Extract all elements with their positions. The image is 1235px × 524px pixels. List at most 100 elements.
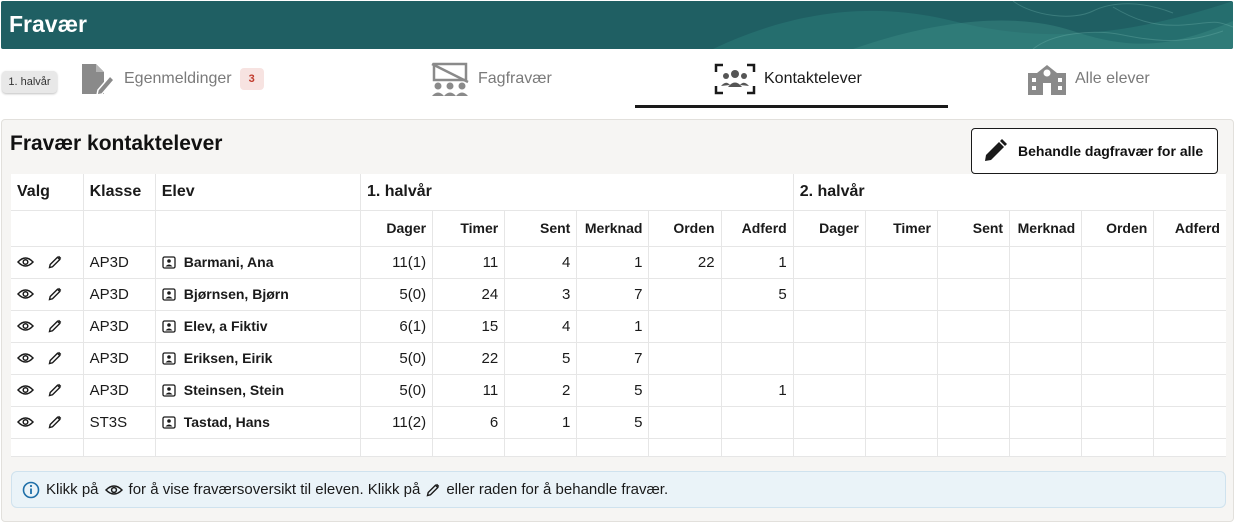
student-name[interactable]: Bjørnsen, Bjørn (184, 286, 289, 302)
tab-label: Kontaktelever (764, 70, 862, 87)
empty-cell (83, 438, 156, 457)
empty-cell (721, 438, 794, 457)
value-cell (1081, 342, 1155, 375)
table-row[interactable]: AP3D Bjørnsen, Bjørn 5(0) 24 3 7 5 (11, 278, 1226, 311)
tab-label: Fagfravær (478, 70, 552, 87)
empty-cell (576, 438, 650, 457)
pencil-icon[interactable] (48, 415, 62, 429)
eye-icon[interactable] (17, 320, 34, 332)
value-cell (937, 342, 1011, 375)
column-header-adferd[interactable]: Adferd (721, 210, 794, 247)
value-cell (1081, 278, 1155, 311)
value-cell: 4 (504, 246, 578, 279)
column-header-orden[interactable]: Orden (648, 210, 722, 247)
tab-kontaktelever[interactable]: Kontaktelever (714, 50, 862, 108)
contact-card-icon (162, 383, 176, 397)
value-cell: 11 (432, 374, 506, 407)
value-cell: 5 (576, 406, 650, 439)
info-message: Klikk på for å vise fraværsoversikt til … (11, 471, 1226, 508)
elev-cell: Eriksen, Eirik (155, 342, 361, 375)
value-cell (793, 342, 866, 375)
page-title: Fravær kontaktelever (10, 132, 223, 155)
value-cell: 22 (432, 342, 506, 375)
pencil-icon[interactable] (48, 319, 62, 333)
header-empty (11, 210, 84, 247)
value-cell (937, 278, 1011, 311)
table-row[interactable]: ST3S Tastad, Hans 11(2) 6 1 5 (11, 406, 1226, 439)
eye-icon (104, 484, 123, 496)
value-cell (721, 342, 794, 375)
group-header-h2: 2. halvår (792, 174, 1226, 211)
column-header-timer[interactable]: Timer (432, 210, 506, 247)
eye-icon[interactable] (17, 288, 34, 300)
tab-alle-elever[interactable]: Alle elever (1027, 50, 1150, 108)
banner-pattern (713, 1, 1233, 49)
pencil-icon[interactable] (48, 383, 62, 397)
column-header-dager[interactable]: Dager (793, 210, 866, 247)
tab-fagfravaer[interactable]: Fagfravær (430, 50, 552, 108)
column-header-merknad[interactable]: Merknad (576, 210, 650, 247)
eye-icon[interactable] (17, 352, 34, 364)
table-row[interactable]: AP3D Barmani, Ana 11(1) 11 4 1 22 1 (11, 246, 1226, 279)
info-text-1: Klikk på (46, 481, 99, 498)
empty-cell (648, 438, 722, 457)
klasse-cell: AP3D (83, 310, 156, 343)
column-header-sent[interactable]: Sent (937, 210, 1011, 247)
eye-icon[interactable] (17, 384, 34, 396)
header-empty (83, 210, 156, 247)
elev-cell: Steinsen, Stein (155, 374, 361, 407)
empty-cell (360, 438, 434, 457)
column-header-adferd[interactable]: Adferd (1153, 210, 1226, 247)
value-cell: 7 (576, 278, 650, 311)
table-row[interactable]: AP3D Elev, a Fiktiv 6(1) 15 4 1 (11, 310, 1226, 343)
value-cell: 24 (432, 278, 506, 311)
column-header-sent[interactable]: Sent (504, 210, 578, 247)
value-cell (937, 406, 1011, 439)
contact-card-icon (162, 287, 176, 301)
column-header-elev[interactable]: Elev (154, 174, 361, 211)
column-header-dager[interactable]: Dager (360, 210, 434, 247)
column-header-klasse[interactable]: Klasse (82, 174, 156, 211)
table-row[interactable]: AP3D Steinsen, Stein 5(0) 11 2 5 1 (11, 374, 1226, 407)
value-cell: 1 (576, 246, 650, 279)
value-cell: 4 (504, 310, 578, 343)
student-name[interactable]: Steinsen, Stein (184, 382, 284, 398)
student-name[interactable]: Barmani, Ana (184, 254, 274, 270)
table-row[interactable]: AP3D Eriksen, Eirik 5(0) 22 5 7 (11, 342, 1226, 375)
empty-cell (504, 438, 578, 457)
klasse-cell: AP3D (83, 278, 156, 311)
column-header-orden[interactable]: Orden (1081, 210, 1155, 247)
student-name[interactable]: Tastad, Hans (184, 414, 270, 430)
empty-cell (1153, 438, 1226, 457)
value-cell (1009, 310, 1083, 343)
contact-students-panel: Fravær kontaktelever Behandle dagfravær … (1, 119, 1234, 522)
value-cell (1009, 374, 1083, 407)
klasse-cell: ST3S (83, 406, 156, 439)
column-header-merknad[interactable]: Merknad (1009, 210, 1083, 247)
value-cell (721, 310, 794, 343)
pencil-icon[interactable] (48, 287, 62, 301)
value-cell: 5 (576, 374, 650, 407)
pencil-icon[interactable] (48, 255, 62, 269)
value-cell (937, 310, 1011, 343)
eye-icon[interactable] (17, 256, 34, 268)
column-header-valg: Valg (11, 174, 84, 211)
pencil-icon[interactable] (48, 351, 62, 365)
value-cell (793, 406, 866, 439)
tab-egenmeldinger[interactable]: Egenmeldinger 3 (80, 50, 264, 108)
pencil-icon (982, 138, 1008, 164)
student-name[interactable]: Eriksen, Eirik (184, 350, 273, 366)
value-cell: 1 (721, 246, 794, 279)
eye-icon[interactable] (17, 416, 34, 428)
column-header-timer[interactable]: Timer (865, 210, 938, 247)
value-cell: 7 (576, 342, 650, 375)
value-cell: 1 (504, 406, 578, 439)
process-day-absence-button[interactable]: Behandle dagfravær for alle (971, 128, 1218, 174)
empty-cell (793, 438, 866, 457)
info-icon (22, 481, 40, 499)
school-icon (1027, 63, 1067, 95)
class-off-icon (430, 62, 470, 96)
elev-cell: Elev, a Fiktiv (155, 310, 361, 343)
student-name[interactable]: Elev, a Fiktiv (184, 318, 268, 334)
elev-cell: Barmani, Ana (155, 246, 361, 279)
